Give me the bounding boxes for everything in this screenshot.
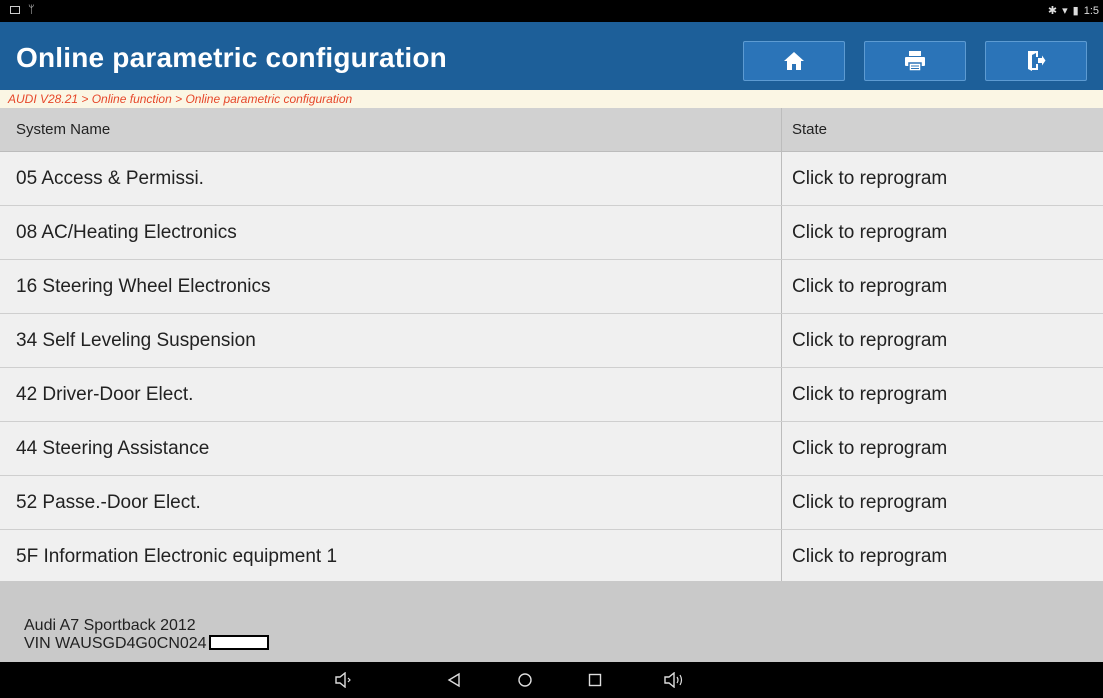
usb-icon: ᛘ (28, 4, 35, 16)
breadcrumb: AUDI V28.21 > Online function > Online p… (0, 90, 1103, 108)
system-name: 34 Self Leveling Suspension (16, 329, 256, 351)
reprogram-link[interactable]: Click to reprogram (792, 330, 947, 352)
reprogram-link[interactable]: Click to reprogram (792, 438, 947, 460)
back-icon[interactable] (439, 668, 469, 692)
table-row[interactable]: 05 Access & Permissi. Click to reprogram (0, 152, 1103, 206)
table-row[interactable]: 34 Self Leveling Suspension Click to rep… (0, 314, 1103, 368)
screenshot-icon (10, 6, 20, 14)
column-header-state: State (792, 121, 828, 138)
table-header: System Name State (0, 108, 1103, 152)
print-icon (905, 51, 925, 72)
table-row[interactable]: 52 Passe.-Door Elect. Click to reprogram (0, 476, 1103, 530)
system-name: 05 Access & Permissi. (16, 167, 204, 189)
vehicle-info-footer: Audi A7 Sportback 2012 VIN WAUSGD4G0CN02… (0, 581, 1103, 662)
home-nav-icon[interactable] (510, 668, 540, 692)
table-row[interactable]: 44 Steering Assistance Click to reprogra… (0, 422, 1103, 476)
system-name: 52 Passe.-Door Elect. (16, 491, 201, 513)
vehicle-vin-line: VIN WAUSGD4G0CN024 (24, 635, 269, 652)
android-nav-bar (0, 662, 1103, 698)
system-name: 44 Steering Assistance (16, 437, 210, 459)
volume-up-icon[interactable] (659, 668, 689, 692)
system-name: 42 Driver-Door Elect. (16, 383, 194, 405)
system-name: 5F Information Electronic equipment 1 (16, 545, 338, 567)
exit-icon (1028, 51, 1046, 71)
systems-table: System Name State 05 Access & Permissi. … (0, 108, 1103, 584)
home-icon (784, 52, 804, 70)
vehicle-vin: VIN WAUSGD4G0CN024 (24, 635, 207, 652)
volume-down-icon[interactable] (329, 668, 359, 692)
exit-button[interactable] (985, 41, 1087, 81)
system-name: 08 AC/Heating Electronics (16, 221, 237, 243)
home-button[interactable] (743, 41, 845, 81)
reprogram-link[interactable]: Click to reprogram (792, 276, 947, 298)
reprogram-link[interactable]: Click to reprogram (792, 546, 947, 568)
reprogram-link[interactable]: Click to reprogram (792, 384, 947, 406)
battery-icon: ▮ (1072, 5, 1079, 17)
reprogram-link[interactable]: Click to reprogram (792, 222, 947, 244)
column-header-system-name: System Name (16, 121, 111, 138)
system-name: 16 Steering Wheel Electronics (16, 275, 271, 297)
vehicle-model: Audi A7 Sportback 2012 (24, 617, 196, 634)
app-header: Online parametric configuration (0, 22, 1103, 90)
print-button[interactable] (864, 41, 966, 81)
wifi-icon: ▾ (1062, 5, 1068, 17)
redaction-box (208, 635, 269, 650)
reprogram-link[interactable]: Click to reprogram (792, 168, 947, 190)
status-bar: ᛘ ✱ ▾ ▮ 1:5 (0, 0, 1103, 22)
bluetooth-icon: ✱ (1047, 5, 1058, 17)
table-row[interactable]: 5F Information Electronic equipment 1 Cl… (0, 530, 1103, 584)
reprogram-link[interactable]: Click to reprogram (792, 492, 947, 514)
table-row[interactable]: 08 AC/Heating Electronics Click to repro… (0, 206, 1103, 260)
table-row[interactable]: 42 Driver-Door Elect. Click to reprogram (0, 368, 1103, 422)
page-title: Online parametric configuration (16, 42, 447, 73)
status-time: 1:5 (1083, 4, 1099, 17)
table-row[interactable]: 16 Steering Wheel Electronics Click to r… (0, 260, 1103, 314)
recents-icon[interactable] (580, 668, 610, 692)
